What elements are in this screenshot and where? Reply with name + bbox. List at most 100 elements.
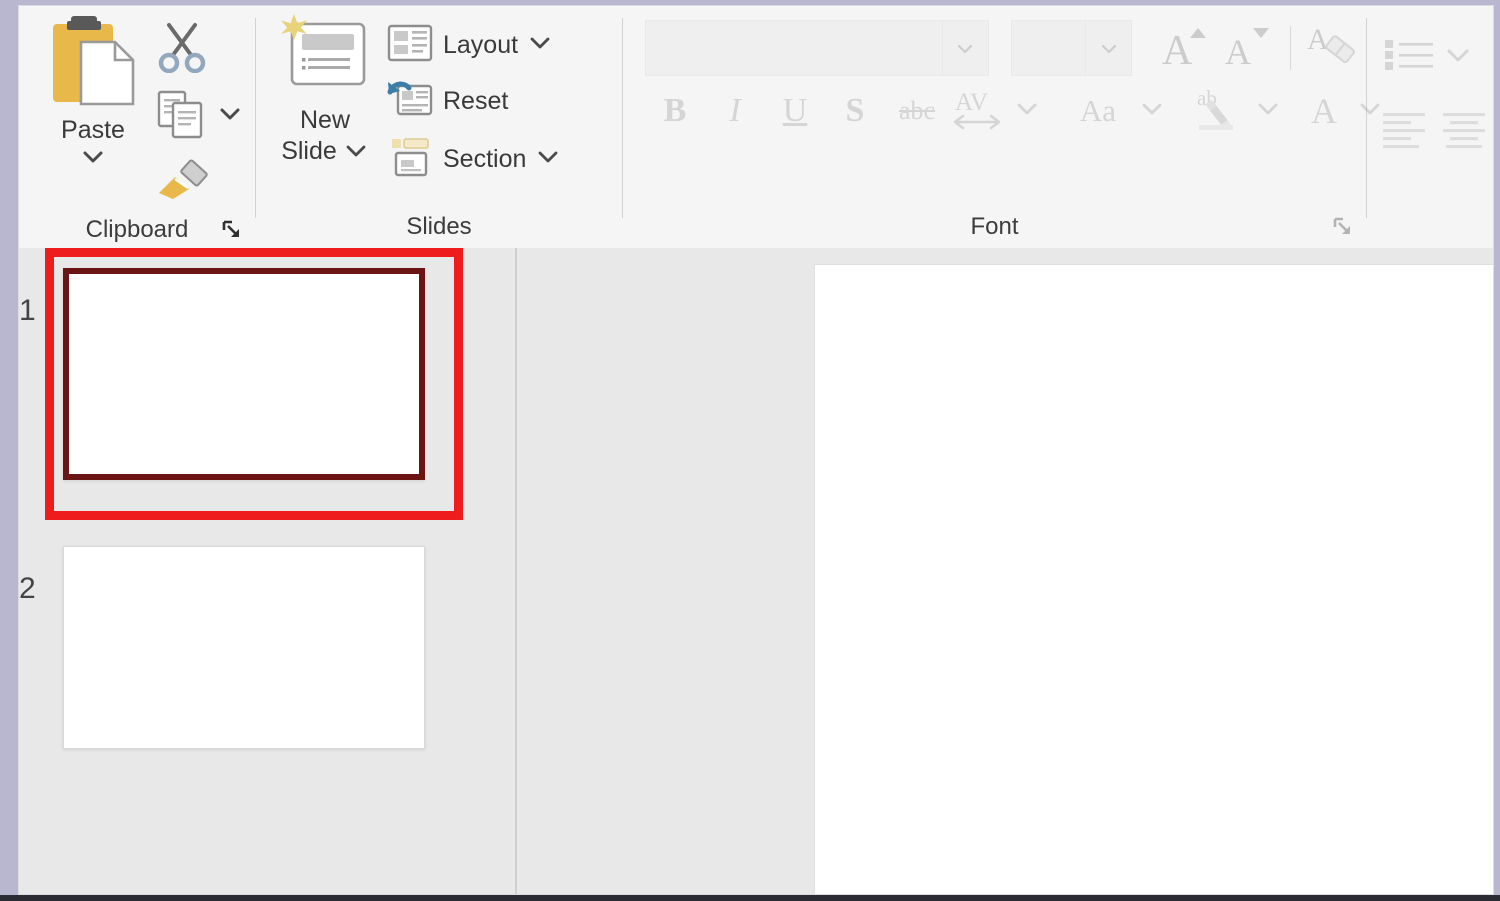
slide-thumbnail-1[interactable] [63, 268, 425, 480]
main-area: 1 2 [19, 248, 1493, 894]
bullets-icon [1381, 40, 1437, 82]
new-slide-label-line2: Slide [281, 137, 337, 165]
font-group-footer: Font [623, 206, 1366, 248]
new-slide-icon [276, 12, 374, 105]
copy-icon [155, 88, 207, 145]
svg-text:A: A [1307, 23, 1329, 56]
font-name-field[interactable] [646, 21, 942, 75]
paste-icon [45, 12, 141, 115]
font-controls-row-1: A A A [623, 6, 1366, 76]
slide-thumbnail-item-2[interactable]: 2 [19, 546, 425, 749]
font-name-chevron-down-icon[interactable] [941, 21, 988, 75]
character-spacing-chevron-down-button[interactable] [1009, 86, 1045, 136]
decrease-font-size-button[interactable]: A [1217, 23, 1280, 73]
text-highlight-color-icon: ab [1191, 83, 1249, 140]
underline-button[interactable]: U [765, 86, 825, 136]
font-color-button[interactable]: A [1295, 86, 1353, 136]
font-size-field[interactable] [1012, 21, 1085, 75]
underline-icon: U [782, 92, 808, 129]
font-controls-row-2: B I U S abc AV Aa ab A [623, 76, 1380, 136]
toolbar-divider [1290, 26, 1292, 70]
window-client-area: Paste Clipboard New Slide Layout Reset S… [18, 5, 1494, 895]
bullets-chevron-down-icon[interactable] [1443, 45, 1473, 70]
clipboard-group-label: Clipboard [85, 215, 189, 243]
align-center-icon [1441, 113, 1487, 155]
strikethrough-button[interactable]: abc [885, 86, 949, 136]
format-painter-button[interactable] [149, 150, 250, 211]
slide-canvas[interactable] [814, 264, 1493, 894]
paintbrush-icon [155, 155, 213, 206]
paragraph-row-2 [1367, 83, 1493, 156]
change-case-chevron-down-button[interactable] [1135, 86, 1169, 136]
layout-icon [386, 23, 434, 68]
slides-group-label: Slides [406, 213, 472, 240]
bullets-button[interactable] [1381, 32, 1437, 83]
new-slide-label-line1: New [299, 106, 350, 134]
layout-button[interactable]: Layout [380, 18, 567, 73]
new-slide-chevron-down-icon[interactable] [343, 136, 369, 167]
section-label: Section [443, 145, 527, 173]
increase-font-size-icon: A [1158, 22, 1214, 75]
reset-label: Reset [443, 87, 509, 115]
slide-thumbnail-item-1[interactable]: 1 [19, 248, 463, 520]
font-size-chevron-down-icon[interactable] [1085, 21, 1131, 75]
slide-editing-workspace [517, 248, 1493, 894]
font-size-input[interactable] [1010, 20, 1133, 76]
ribbon-group-slides: New Slide Layout Reset Section Slides [256, 6, 622, 248]
change-case-button[interactable]: Aa [1061, 86, 1135, 136]
bold-button[interactable]: B [645, 86, 705, 136]
slide-thumbnail-panel[interactable]: 1 2 [19, 248, 515, 894]
font-color-icon: A [1311, 91, 1337, 131]
reset-icon [386, 78, 434, 125]
ribbon-group-font: A A A B I U S abc AV Aa ab A Font [623, 6, 1380, 248]
slide-thumbnail-1-wrapper[interactable] [45, 248, 463, 520]
slide-thumbnail-2[interactable] [63, 546, 425, 749]
clear-formatting-icon: A [1305, 21, 1363, 76]
scissors-icon [155, 21, 209, 78]
clear-formatting-button[interactable]: A [1301, 23, 1366, 73]
new-slide-label-line2-row: Slide [281, 136, 369, 167]
text-highlight-chevron-down-icon [1255, 101, 1281, 122]
section-chevron-down-icon[interactable] [535, 149, 561, 170]
powerpoint-window: Paste Clipboard New Slide Layout Reset S… [0, 0, 1500, 901]
text-shadow-icon: S [845, 92, 865, 129]
section-button[interactable]: Section [380, 130, 567, 189]
paste-label: Paste [61, 116, 125, 144]
section-icon [386, 135, 434, 184]
decrease-font-size-icon: A [1221, 22, 1277, 75]
bold-icon: B [663, 92, 687, 129]
cut-button[interactable] [149, 16, 250, 83]
ribbon: Paste Clipboard New Slide Layout Reset S… [19, 6, 1493, 248]
font-name-input[interactable] [645, 20, 989, 76]
text-highlight-color-button[interactable]: ab [1189, 86, 1251, 136]
change-case-icon: Aa [1079, 93, 1117, 128]
increase-font-size-button[interactable]: A [1154, 22, 1217, 75]
paste-chevron-down-icon[interactable] [79, 148, 107, 171]
align-left-button[interactable] [1381, 109, 1427, 156]
italic-icon: I [729, 92, 741, 129]
character-spacing-chevron-down-icon [1014, 101, 1040, 122]
copy-chevron-down-icon[interactable] [216, 105, 244, 128]
font-dialog-launcher-icon[interactable] [1332, 216, 1354, 238]
text-shadow-button[interactable]: S [825, 86, 885, 136]
character-spacing-button[interactable]: AV [949, 86, 1009, 136]
new-slide-button[interactable]: New Slide [270, 6, 380, 167]
copy-button[interactable] [149, 83, 250, 150]
strikethrough-icon: abc [898, 96, 936, 125]
reset-button[interactable]: Reset [380, 73, 567, 130]
layout-chevron-down-icon[interactable] [527, 35, 553, 56]
change-case-chevron-down-icon [1139, 101, 1165, 122]
svg-text:AV: AV [955, 89, 988, 116]
slides-group-footer: Slides [256, 206, 622, 248]
svg-text:A: A [1225, 32, 1251, 70]
paste-button[interactable]: Paste [37, 6, 149, 171]
font-group-label: Font [970, 213, 1019, 240]
text-highlight-chevron-down-button[interactable] [1251, 86, 1285, 136]
ribbon-group-paragraph [1367, 6, 1493, 248]
svg-text:A: A [1162, 28, 1193, 70]
align-center-button[interactable] [1441, 109, 1487, 156]
italic-button[interactable]: I [705, 86, 765, 136]
clipboard-dialog-launcher-icon[interactable] [221, 219, 243, 241]
align-left-icon [1381, 113, 1427, 155]
paragraph-row-1 [1367, 6, 1493, 83]
